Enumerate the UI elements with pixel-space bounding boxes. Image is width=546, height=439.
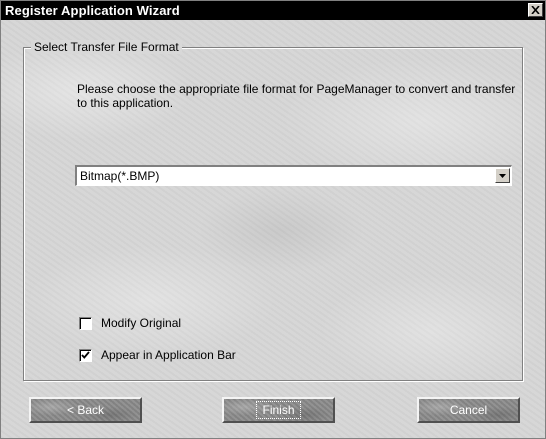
window-title: Register Application Wizard	[5, 3, 180, 18]
appear-in-app-bar-option[interactable]: Appear in Application Bar	[79, 347, 236, 363]
close-button[interactable]	[528, 3, 543, 17]
wizard-window: Register Application Wizard Select Trans…	[0, 0, 546, 439]
cancel-button-label: Cancel	[449, 403, 488, 417]
chevron-down-icon	[499, 173, 506, 178]
title-bar: Register Application Wizard	[1, 1, 545, 20]
dropdown-button[interactable]	[495, 168, 510, 183]
group-legend: Select Transfer File Format	[31, 40, 182, 54]
back-button-label: < Back	[66, 403, 105, 417]
appear-in-app-bar-checkbox[interactable]	[79, 348, 92, 362]
modify-original-label: Modify Original	[101, 316, 182, 330]
finish-button[interactable]: Finish	[222, 397, 335, 423]
close-icon	[531, 6, 540, 14]
appear-in-app-bar-label: Appear in Application Bar	[101, 348, 236, 362]
modify-original-option[interactable]: Modify Original	[79, 315, 181, 331]
back-button[interactable]: < Back	[29, 397, 142, 423]
checkmark-icon	[81, 350, 90, 359]
file-format-value: Bitmap(*.BMP)	[80, 169, 160, 183]
instruction-text: Please choose the appropriate file forma…	[77, 82, 516, 110]
modify-original-checkbox[interactable]	[79, 316, 92, 330]
file-format-select[interactable]: Bitmap(*.BMP)	[75, 165, 512, 186]
cancel-button[interactable]: Cancel	[417, 397, 520, 423]
finish-button-label: Finish	[256, 401, 301, 419]
